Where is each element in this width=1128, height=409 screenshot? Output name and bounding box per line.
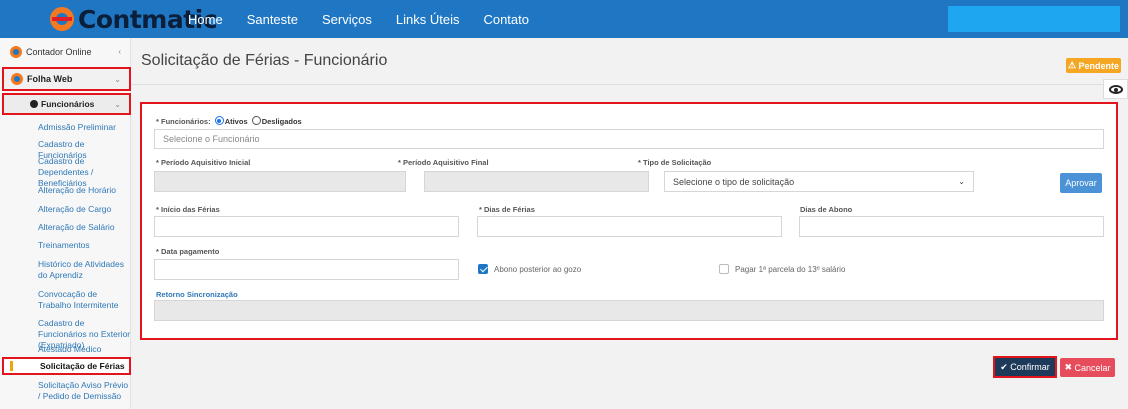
sidebar-item-contador-online[interactable]: Contador Online ‹ (0, 38, 131, 66)
sidebar-sub-item[interactable]: Treinamentos (0, 240, 131, 251)
tipo-solicitacao-label: * Tipo de Solicitação (638, 158, 712, 167)
confirm-button[interactable]: ✔ Confirmar (993, 356, 1057, 378)
radio-ativos-label: Ativos (224, 117, 248, 126)
sidebar-sub-item[interactable]: Atestado Médico (0, 344, 131, 355)
sidebar-sub-item[interactable]: Histórico de Atividades do Aprendiz (0, 259, 131, 281)
abono-posterior-checkbox[interactable] (478, 264, 488, 274)
inicio-ferias-input[interactable] (154, 216, 459, 237)
radio-ativos[interactable] (214, 116, 224, 125)
retorno-sincronizacao-label: Retorno Sincronização (156, 290, 238, 299)
contmatic-logo-icon (50, 7, 74, 31)
chevron-left-icon: ‹ (118, 47, 121, 56)
nav-search-box[interactable] (948, 6, 1120, 32)
sidebar-sub-item[interactable]: Admissão Preliminar (0, 122, 131, 133)
radio-desligados-label: Desligados (261, 117, 302, 126)
dias-ferias-input[interactable] (477, 216, 782, 237)
pagar-13-checkbox[interactable] (719, 264, 729, 274)
sidebar-sub-item[interactable]: Solicitação Aviso Prévio / Pedido de Dem… (0, 380, 131, 402)
nav-santeste[interactable]: Santeste (247, 12, 298, 27)
sidebar-folha-label: Folha Web (27, 74, 73, 84)
dias-abono-input[interactable] (799, 216, 1104, 237)
vacation-request-form: * Funcionários: Ativos Desligados Seleci… (140, 102, 1118, 340)
aprovar-button[interactable]: Aprovar (1060, 173, 1102, 193)
dias-abono-label: Dias de Abono (800, 205, 853, 214)
data-pagamento-label: * Data pagamento (156, 247, 220, 256)
top-navbar: Contmatic Home Santeste Serviços Links Ú… (0, 0, 1128, 38)
dias-ferias-label: * Dias de Férias (479, 205, 535, 214)
abono-posterior-label: Abono posterior ao gozo (494, 265, 582, 274)
sidebar: Contador Online ‹ Folha Web ⌄ Funcionári… (0, 38, 131, 409)
cancel-label: Cancelar (1074, 362, 1111, 373)
sidebar-sub-item[interactable]: Convocação de Trabalho Intermitente (0, 289, 131, 311)
eye-icon (1108, 84, 1123, 94)
nav-home[interactable]: Home (188, 12, 223, 27)
periodo-final-input (424, 171, 649, 192)
contmatic-orb-icon (10, 46, 22, 58)
sidebar-item-folha-web[interactable]: Folha Web ⌄ (2, 67, 131, 91)
status-badge-label: Pendente (1078, 60, 1120, 71)
title-divider (131, 84, 1128, 85)
tipo-solicitacao-select[interactable]: Selecione o tipo de solicitação ⌄ (664, 171, 974, 192)
funcionarios-filter-label: * Funcionários: (156, 117, 211, 126)
chevron-down-icon: ⌄ (114, 100, 121, 109)
inicio-ferias-label: * Início das Férias (156, 205, 220, 214)
sidebar-item-funcionarios[interactable]: Funcionários ⌄ (2, 93, 131, 115)
sidebar-sub-item[interactable]: Alteração de Horário (0, 185, 131, 196)
page-title: Solicitação de Férias - Funcionário (141, 52, 388, 69)
nav-servicos[interactable]: Serviços (322, 12, 372, 27)
sidebar-sub-item[interactable]: Alteração de Cargo (0, 204, 131, 215)
funcionario-select[interactable]: Selecione o Funcionário (154, 129, 1104, 149)
tipo-solicitacao-value: Selecione o tipo de solicitação (673, 176, 795, 187)
nav-links-uteis[interactable]: Links Úteis (396, 12, 460, 27)
periodo-inicial-label: * Período Aquisitivo Inicial (156, 158, 251, 167)
cancel-button[interactable]: ✖ Cancelar (1060, 358, 1115, 377)
toggle-visibility-button[interactable] (1103, 79, 1128, 99)
contmatic-orb-icon (11, 73, 23, 85)
check-icon: ✔ (1000, 361, 1011, 372)
radio-desligados[interactable] (251, 116, 261, 125)
funcionarios-filter: * Funcionários: Ativos Desligados (156, 116, 302, 126)
sidebar-item-solicitacao-ferias[interactable]: Solicitação de Férias (2, 357, 131, 375)
warning-icon: ⚠ (1067, 60, 1079, 70)
sidebar-sub-item[interactable]: Alteração de Salário (0, 222, 131, 233)
periodo-inicial-input (154, 171, 406, 192)
nav-contato[interactable]: Contato (483, 12, 529, 27)
sidebar-root-label: Contador Online (26, 47, 92, 57)
chevron-down-icon: ⌄ (958, 177, 965, 186)
chevron-down-icon: ⌄ (114, 75, 121, 84)
confirm-label: Confirmar (1010, 362, 1050, 372)
main-nav: Home Santeste Serviços Links Úteis Conta… (188, 0, 529, 38)
funcionario-placeholder: Selecione o Funcionário (163, 134, 260, 144)
status-badge: ⚠ Pendente (1066, 58, 1121, 73)
periodo-final-label: * Período Aquisitivo Final (398, 158, 489, 167)
data-pagamento-input[interactable] (154, 259, 459, 280)
user-icon (30, 100, 38, 108)
pagar-13-label: Pagar 1ª parcela do 13º salário (735, 265, 846, 274)
retorno-sincronizacao-field (154, 300, 1104, 321)
sidebar-func-label: Funcionários (41, 99, 95, 109)
sidebar-active-label: Solicitação de Férias (40, 361, 125, 371)
close-icon: ✖ (1064, 362, 1075, 372)
